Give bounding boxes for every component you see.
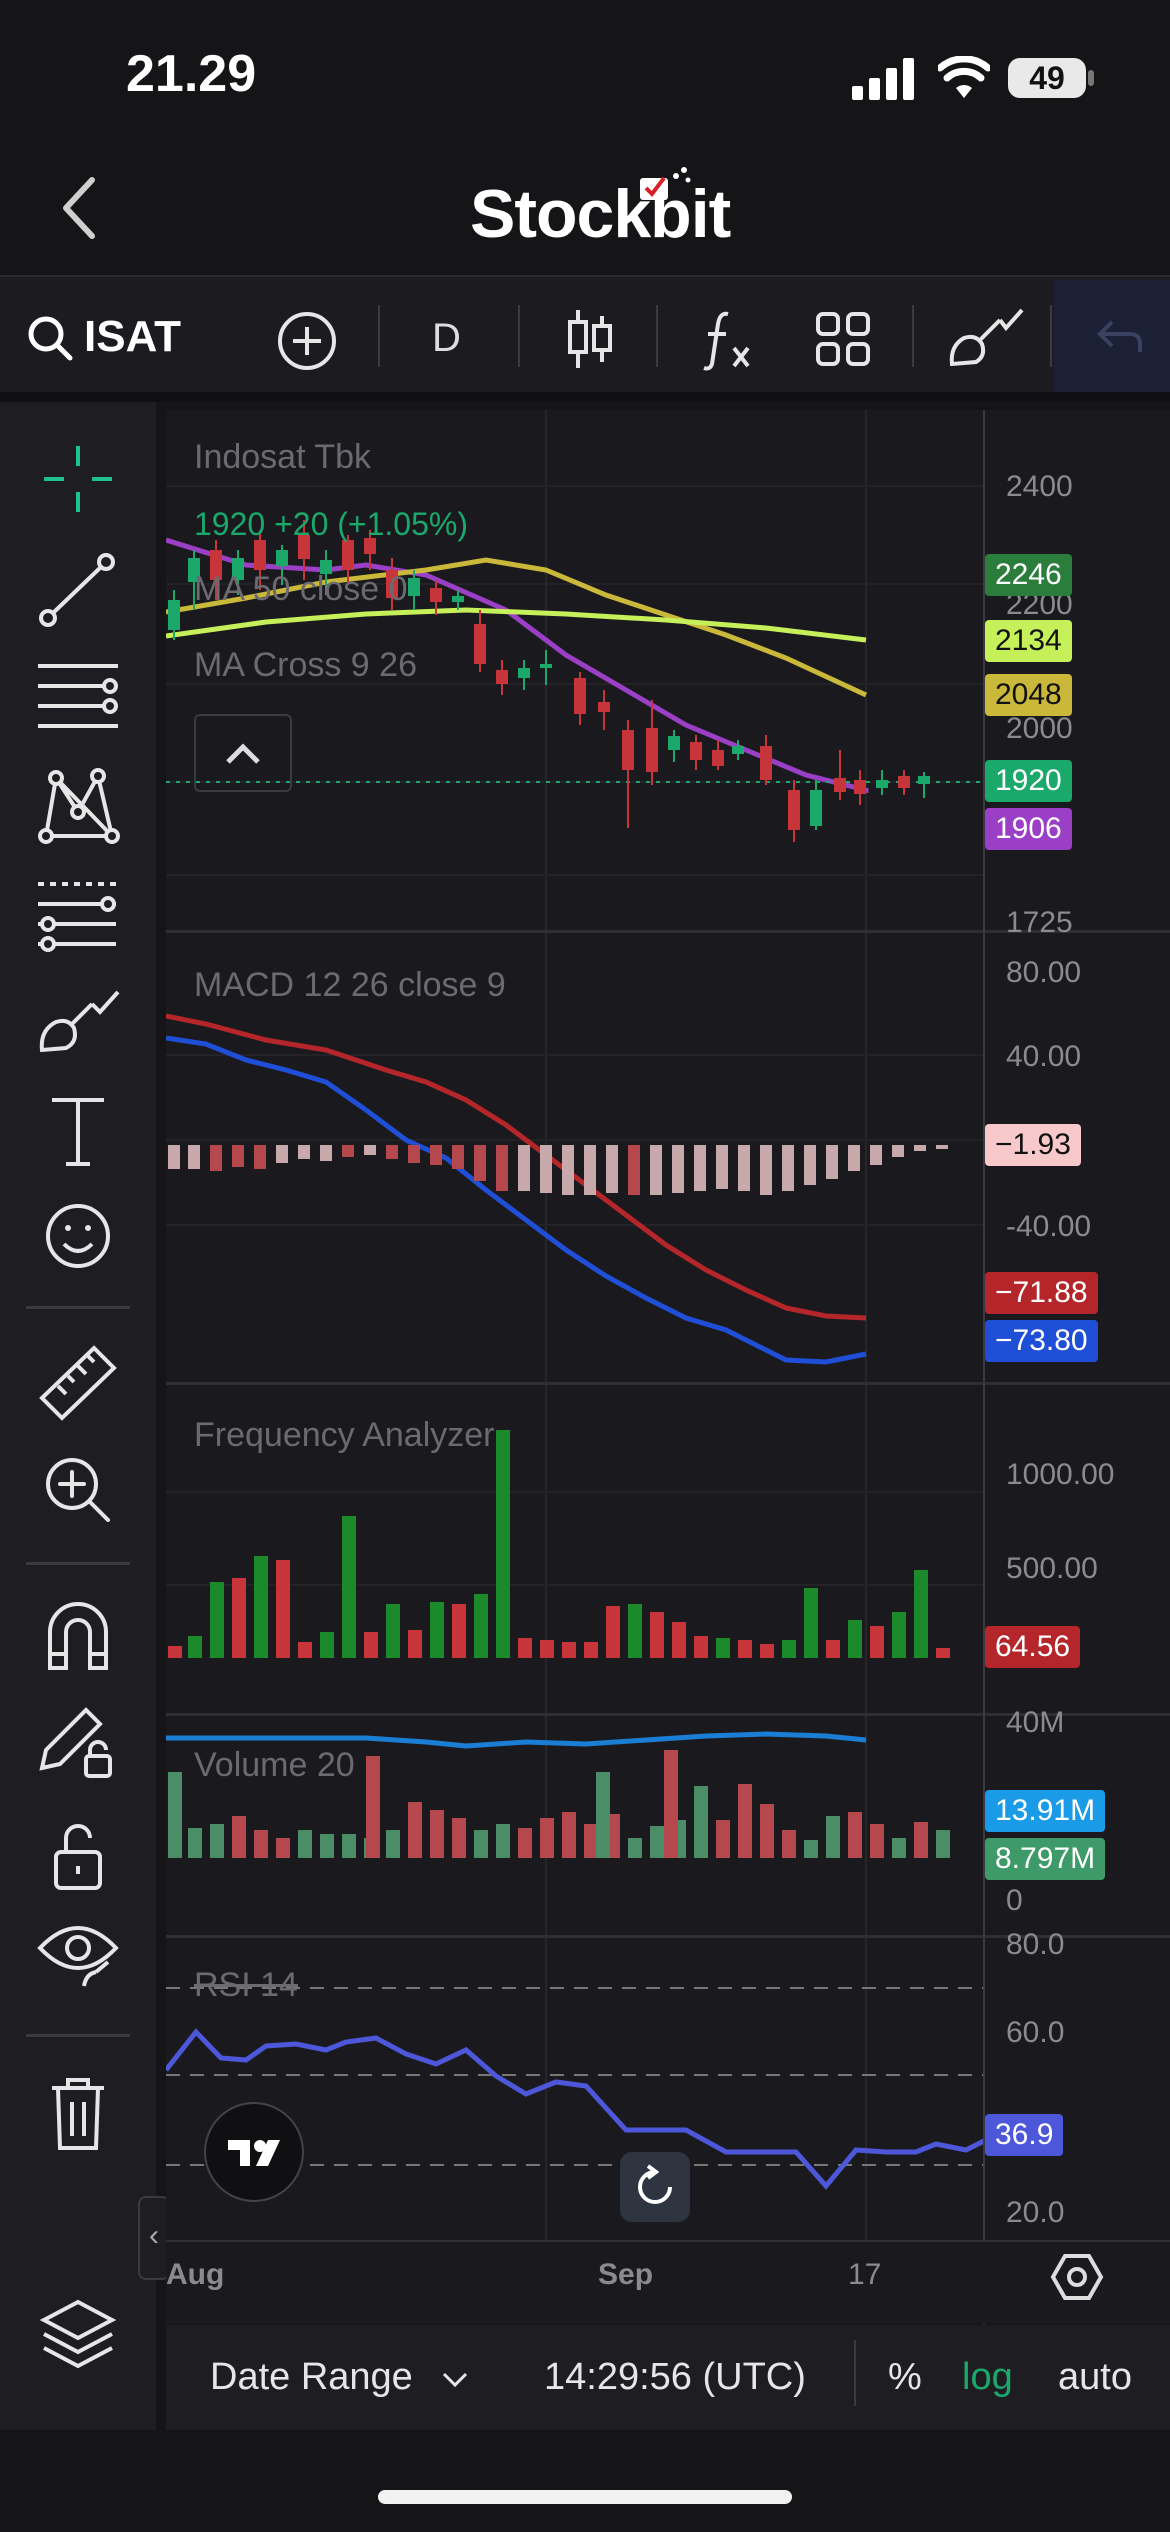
price-axis-label: 2000	[1006, 712, 1073, 745]
indicator-icon[interactable]	[700, 306, 756, 372]
macd-axis-label: 40.00	[1006, 1040, 1082, 1073]
chevron-down-icon[interactable]	[440, 2368, 470, 2392]
add-icon[interactable]	[276, 310, 338, 372]
volume-axis-label: 40M	[1006, 1706, 1065, 1739]
price-axis-label: 1725	[1006, 906, 1073, 939]
frequency-axis-label: 1000.00	[1006, 1458, 1115, 1491]
price-change: 1920 +20 (+1.05%)	[194, 506, 468, 542]
time-axis[interactable]	[166, 2240, 1170, 2324]
undo-icon[interactable]	[1094, 316, 1144, 356]
volume-title: Volume 20	[194, 1746, 355, 1784]
ma-label: MA 50 close 0	[194, 570, 408, 608]
trash-icon[interactable]	[28, 2068, 128, 2158]
back-button[interactable]	[52, 168, 112, 248]
candle-type-icon[interactable]	[566, 306, 614, 372]
layout-icon[interactable]	[814, 310, 872, 368]
emoji-icon[interactable]	[28, 1192, 128, 1282]
ma-badge: 2134	[985, 620, 1072, 662]
rsi-title: RSI 14	[194, 1966, 298, 2004]
ma-badge: 2048	[985, 674, 1072, 716]
macd-axis-label: 80.00	[1006, 956, 1082, 989]
toolbar-divider	[378, 305, 380, 367]
lock-drawing-icon[interactable]	[28, 1698, 128, 1788]
fib-icon[interactable]	[28, 870, 128, 960]
battery-tip	[1088, 70, 1094, 86]
price-axis-label: 2400	[1006, 470, 1073, 503]
macd-signal-badge: −71.88	[985, 1272, 1098, 1314]
collapse-legend-button[interactable]	[194, 714, 292, 792]
magnet-icon[interactable]	[28, 1590, 128, 1680]
wifi-icon	[938, 56, 990, 98]
horizontal-lines-icon[interactable]	[28, 654, 128, 744]
frequency-badge: 64.56	[985, 1626, 1081, 1668]
log-toggle[interactable]: log	[962, 2356, 1013, 2399]
interval-button[interactable]: D	[432, 316, 461, 361]
symbol-search[interactable]: ISAT	[84, 312, 181, 362]
logo-check-icon	[640, 167, 691, 200]
rsi-axis-label: 20.0	[1006, 2196, 1065, 2229]
layers-icon[interactable]	[28, 2290, 128, 2380]
trend-line-icon[interactable]	[28, 546, 128, 636]
clock-label: 14:29:56 (UTC)	[544, 2356, 806, 2398]
rsi-badge: 36.9	[985, 2114, 1064, 2156]
tool-divider	[26, 1306, 130, 1309]
tradingview-logo[interactable]	[204, 2102, 304, 2202]
volume-axis-label: 0	[1006, 1884, 1023, 1917]
macd-title: MACD 12 26 close 9	[194, 966, 506, 1004]
time-axis-label: 17	[848, 2258, 882, 2291]
auto-toggle[interactable]: auto	[1058, 2356, 1132, 2399]
ruler-icon[interactable]	[28, 1336, 128, 1426]
reset-chart-button[interactable]	[620, 2152, 690, 2222]
zoom-in-icon[interactable]	[28, 1444, 128, 1534]
toolbar-divider	[656, 305, 658, 367]
time-axis-label: Sep	[598, 2258, 654, 2291]
text-icon[interactable]	[28, 1086, 128, 1176]
settings-icon[interactable]	[1050, 2250, 1104, 2304]
toolbar-divider	[1050, 305, 1052, 367]
battery-level: 49	[1008, 58, 1086, 98]
cellular-signal-icon	[852, 58, 914, 100]
frequency-title: Frequency Analyzer	[194, 1416, 495, 1454]
ma-badge: 1906	[985, 808, 1072, 850]
tool-divider	[26, 1562, 130, 1565]
date-range-button[interactable]: Date Range	[210, 2356, 413, 2399]
volume-ma-badge: 8.797M	[985, 1838, 1106, 1880]
tool-divider	[26, 2034, 130, 2037]
percent-toggle[interactable]: %	[888, 2356, 922, 2399]
unlock-icon[interactable]	[28, 1810, 128, 1900]
toolbar-divider	[912, 305, 914, 367]
brush-icon[interactable]	[946, 306, 1026, 370]
ma-badge: 2246	[985, 554, 1072, 596]
rsi-axis-label: 80.0	[1006, 1928, 1065, 1961]
status-time: 21.29	[126, 45, 257, 103]
eye-icon[interactable]	[28, 1912, 128, 2002]
pane-separator[interactable]	[166, 1382, 1170, 1385]
frequency-axis-label: 500.00	[1006, 1552, 1098, 1585]
macd-line-badge: −73.80	[985, 1320, 1098, 1362]
chevron-up-icon	[226, 743, 260, 764]
macd-axis-label: -40.00	[1006, 1210, 1092, 1243]
pattern-icon[interactable]	[28, 762, 128, 852]
crosshair-icon[interactable]	[28, 436, 128, 526]
ma-cross-label: MA Cross 9 26	[194, 646, 417, 684]
tradingview-icon	[228, 2140, 280, 2166]
macd-hist-badge: −1.93	[985, 1124, 1081, 1166]
volume-badge: 13.91M	[985, 1790, 1106, 1832]
chart-title: Indosat Tbk	[194, 438, 372, 476]
rsi-axis-label: 60.0	[1006, 2016, 1065, 2049]
footer-divider	[854, 2340, 856, 2406]
brush-icon[interactable]	[28, 980, 128, 1070]
reset-icon	[638, 2164, 672, 2204]
time-axis-label: Aug	[166, 2258, 225, 2291]
last-price-badge: 1920	[985, 760, 1072, 802]
home-indicator	[378, 2490, 792, 2504]
toolbar-divider	[518, 305, 520, 367]
search-icon[interactable]	[26, 314, 74, 362]
